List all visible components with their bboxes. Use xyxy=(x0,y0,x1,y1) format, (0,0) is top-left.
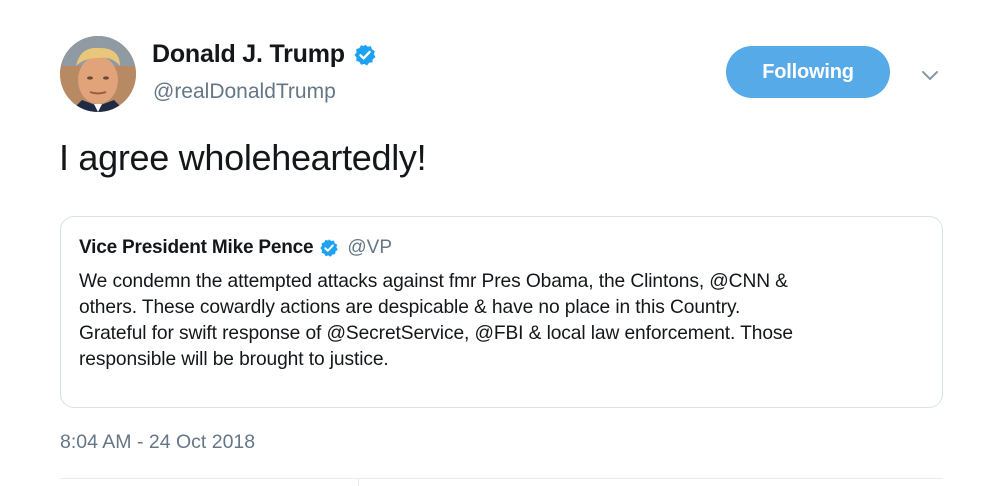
quoted-tweet-line: Grateful for swift response of @SecretSe… xyxy=(79,323,793,344)
divider xyxy=(358,478,359,486)
quoted-tweet-card[interactable]: Vice President Mike Pence @VP We condemn… xyxy=(60,216,943,408)
chevron-down-icon[interactable] xyxy=(918,63,942,87)
verified-badge-icon xyxy=(319,238,339,258)
following-button[interactable]: Following xyxy=(726,46,890,98)
author-display-name[interactable]: Donald J. Trump xyxy=(152,40,345,69)
divider xyxy=(60,478,943,479)
verified-badge-icon xyxy=(353,43,377,67)
tweet-text: I agree wholeheartedly! xyxy=(59,137,427,178)
tweet-timestamp[interactable]: 8:04 AM - 24 Oct 2018 xyxy=(60,431,255,454)
quoted-author-display-name: Vice President Mike Pence xyxy=(79,237,314,258)
author-handle[interactable]: @realDonaldTrump xyxy=(153,80,336,104)
tweet-card: Donald J. Trump @realDonaldTrump Followi… xyxy=(0,0,1008,486)
quoted-tweet-line: responsible will be brought to justice. xyxy=(79,349,389,370)
quoted-tweet-header: Vice President Mike Pence @VP xyxy=(79,237,392,259)
quoted-tweet-text: We condemn the attempted attacks against… xyxy=(79,269,929,373)
quoted-author-handle: @VP xyxy=(347,237,393,258)
quoted-tweet-line: We condemn the attempted attacks against… xyxy=(79,271,788,292)
profile-photo xyxy=(60,36,136,112)
author-name-row: Donald J. Trump xyxy=(152,40,377,69)
avatar[interactable] xyxy=(60,36,136,112)
quoted-tweet-line: others. These cowardly actions are despi… xyxy=(79,297,741,318)
